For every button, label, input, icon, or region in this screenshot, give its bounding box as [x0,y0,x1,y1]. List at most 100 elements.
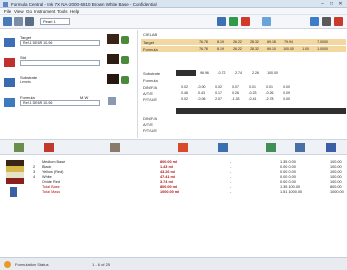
status-value: 1 - 6 of 25 [92,262,111,267]
substrate-row-values: 96.96 -0.72 2.74 2.26 100.00 [196,70,281,76]
save-icon[interactable] [25,17,34,26]
target-field[interactable]: Ref.1 DE6R 10-96 [20,40,100,46]
target-row-label: Target [143,40,155,45]
colorimetry-panel: CIELAB Target 76.78 8.19 26.22 28.32 69.… [137,30,347,138]
menu-bar: File View Go Instrument Tools Help [0,8,347,15]
menu-file[interactable]: File [4,9,11,14]
formula-print-icon[interactable] [108,97,116,105]
substrate-cell: 96.96 [200,71,209,75]
app-icon [3,1,8,7]
din2-row-label: DIN/F/A [143,116,158,121]
formula-grid: Medium Base 800.00 ml - 1.35 0.00 100.00… [0,155,347,257]
toolbar-combo[interactable]: Pearl 1 [40,18,70,25]
target-cell: 8.19 [217,40,224,44]
formula-tool-icon[interactable] [14,143,24,152]
target-cell: 69.18 [267,40,276,44]
substrate-cell: 2.74 [235,71,242,75]
formula-cell: 100.00 [283,47,294,51]
cut-icon[interactable] [295,143,305,152]
std-tool-icon[interactable] [121,56,129,64]
formula-field[interactable]: Ref.1 DE6R 10-96 [20,100,100,106]
substrate-bar [176,70,196,76]
ptue-cell: -0.06 [197,97,206,101]
formula-cell: 1.00 [302,47,309,51]
minimize-button[interactable]: – [318,1,327,7]
lock-icon[interactable] [10,187,17,197]
target-swatch [107,34,119,44]
std-icon [4,58,15,67]
ptue2-row-label: P/T/U/E [143,128,158,133]
status-bar: Formulation Status 1 - 6 of 25 [0,257,347,270]
target-cell: 28.32 [250,40,259,44]
cost-icon[interactable] [266,143,276,152]
ptue-cell: 0.02 [181,97,188,101]
ate2-row-label: A/T/E [143,122,154,127]
close-button[interactable]: ✕ [336,1,345,7]
main-toolbar: Pearl 1 [0,15,347,29]
ptue-cell: 2.07 [215,97,222,101]
formula-row-label: Formula [143,47,158,52]
settings-icon[interactable] [322,17,331,26]
std-swatch [107,54,119,64]
chart-icon[interactable] [229,17,238,26]
row-swatch [6,178,24,184]
target-tool-icon[interactable] [44,143,54,152]
din-row-label: DIN/F/A [143,85,158,90]
formula-cell: 1.0000 [317,47,328,51]
formula-cell: 76.78 [199,47,208,51]
target-cell: 26.22 [233,40,242,44]
ptue-cell: -0.41 [248,97,257,101]
formula-cell: 8.19 [217,47,224,51]
substrate-swatch [107,74,119,84]
quantity-icon[interactable] [178,143,188,152]
title-bar: Formula Central - Ink 7X NA-2000-6810 Br… [0,0,347,8]
exit-icon[interactable] [334,17,343,26]
maximize-button[interactable]: □ [327,1,336,7]
substrate-cell: -0.72 [217,71,226,75]
menu-go[interactable]: Go [26,9,32,14]
scale-icon[interactable] [218,143,228,152]
row-pct: 1.51 1000.00 [280,190,303,194]
ptue-cell: -2.78 [265,97,274,101]
correct-icon[interactable] [326,143,336,152]
menu-view[interactable]: View [14,9,24,14]
substrate-cell: 2.26 [252,71,259,75]
sample-panel: Target Ref.1 DE6R 10-96 Std Substrate Le… [0,30,136,138]
substrate-icon [4,78,15,87]
menu-tools[interactable]: Tools [57,9,68,14]
colorant-icon[interactable] [110,143,120,152]
row-name: Total Mass [42,190,61,194]
cielab-label: CIELAB [143,32,158,37]
ptue-row-values: 0.02 -0.06 2.07 -1.33 -0.41 -2.78 0.00 [176,96,295,102]
formula-cell: 69.10 [267,47,276,51]
formula-icon [4,98,15,107]
substrate-tool-icon[interactable] [121,76,129,84]
formula-toolbar [0,139,347,155]
target-cell: 7.0000 [317,40,328,44]
new-icon[interactable] [3,17,12,26]
substrate-row-label: Substrate [143,71,161,76]
std-field[interactable] [20,60,100,66]
target-cell: 79.94 [284,40,293,44]
open-icon[interactable] [14,17,23,26]
target-tool-icon[interactable] [121,36,129,44]
target-cell [297,39,314,45]
formula-row-values: 76.78 8.19 26.22 28.32 69.10 100.00 1.00… [195,46,331,52]
formula2-row-label: Formula [143,78,158,83]
zoom-icon[interactable] [310,17,319,26]
spectrum-icon[interactable] [262,17,271,26]
formula-cell: 26.22 [233,47,242,51]
lower-dark-bar [176,108,346,114]
paint-icon[interactable] [241,17,250,26]
row-qty: 1000.00 ml [160,190,180,194]
target-row-values: 76.78 8.19 26.22 28.32 69.18 79.94 7.000… [195,39,331,45]
measure-icon[interactable] [217,17,226,26]
substrate-value: Lenets [20,80,31,84]
menu-instrument[interactable]: Instrument [34,9,55,14]
menu-help[interactable]: Help [70,9,79,14]
ptue-cell: -1.33 [231,97,240,101]
status-label: Formulation Status [15,262,49,267]
window-title: Formula Central - Ink 7X NA-2000-6810 Br… [11,1,157,7]
ptue-row-label: P/T/U/E [143,97,158,102]
ate-row-label: A/T/E [143,91,154,96]
